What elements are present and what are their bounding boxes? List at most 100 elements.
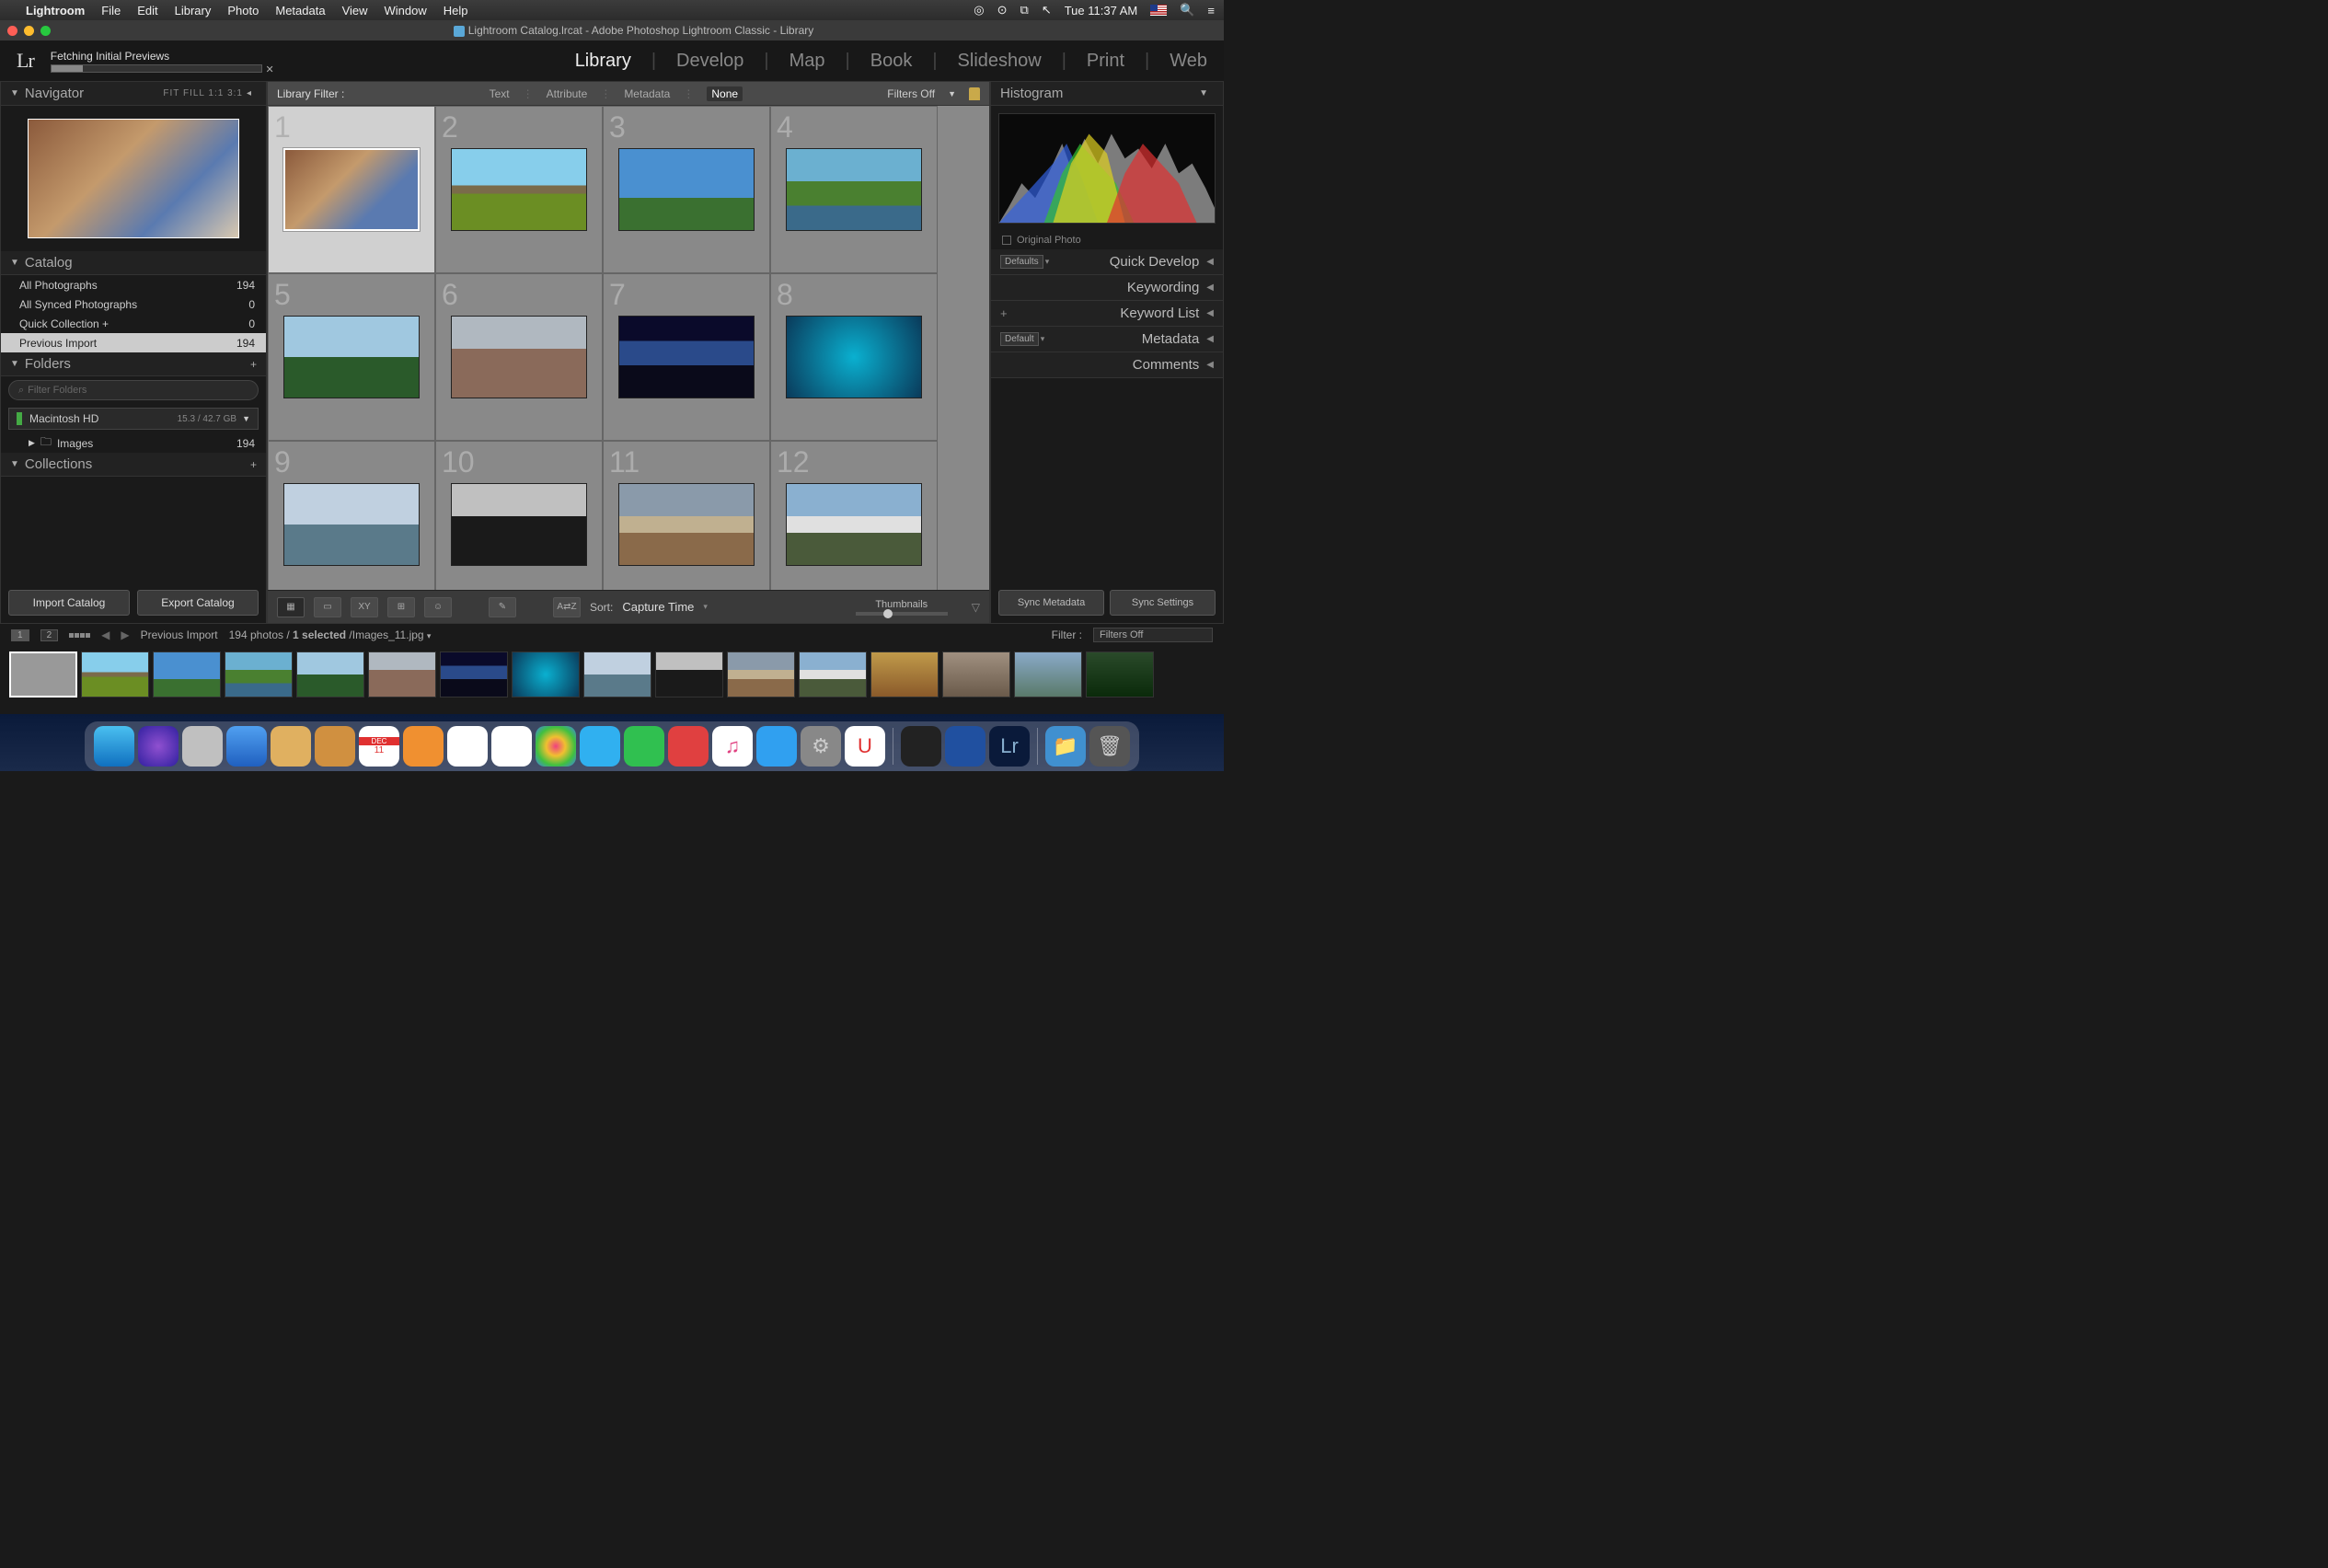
- menubar-app-name[interactable]: Lightroom: [26, 4, 85, 17]
- display-1-button[interactable]: 1: [11, 629, 29, 641]
- window-maximize-button[interactable]: [40, 26, 51, 36]
- filmstrip-thumb[interactable]: [799, 651, 867, 698]
- keyword-list-header[interactable]: +Keyword List◀: [991, 301, 1223, 327]
- filmstrip-thumb[interactable]: [870, 651, 939, 698]
- volume-row[interactable]: Macintosh HD 15.3 / 42.7 GB ▼: [8, 408, 259, 430]
- dock-lightroom-icon[interactable]: Lr: [989, 726, 1030, 767]
- dock-messages-icon[interactable]: [580, 726, 620, 767]
- grid-icon[interactable]: [69, 633, 90, 638]
- histogram-display[interactable]: [998, 113, 1216, 224]
- filter-metadata[interactable]: Metadata: [624, 87, 670, 100]
- catalog-header[interactable]: ▼ Catalog: [1, 251, 266, 275]
- dock-mail-icon[interactable]: [271, 726, 311, 767]
- filters-off-dropdown[interactable]: Filters Off: [887, 87, 935, 100]
- navigator-header[interactable]: ▼ Navigator FIT FILL 1:1 3:1 ◂: [1, 82, 266, 106]
- people-view-button[interactable]: ☺: [424, 597, 452, 617]
- module-slideshow[interactable]: Slideshow: [958, 51, 1042, 72]
- dock-siri-icon[interactable]: [138, 726, 179, 767]
- window-close-button[interactable]: [7, 26, 17, 36]
- filmstrip-thumb[interactable]: [225, 651, 293, 698]
- back-button[interactable]: ◀: [101, 628, 109, 641]
- loupe-view-button[interactable]: ▭: [314, 597, 341, 617]
- menu-view[interactable]: View: [342, 4, 368, 17]
- toolbar-chevron-icon[interactable]: ▽: [972, 601, 980, 614]
- default-dropdown[interactable]: Default: [1000, 332, 1039, 346]
- cancel-progress-button[interactable]: ✕: [266, 63, 274, 75]
- module-map[interactable]: Map: [789, 51, 825, 72]
- dock-news-icon[interactable]: [668, 726, 709, 767]
- breadcrumb[interactable]: Previous Import: [141, 628, 218, 641]
- menu-icon[interactable]: ≡: [1207, 4, 1215, 17]
- grid-cell[interactable]: 4: [770, 106, 938, 273]
- filmstrip-thumb[interactable]: [440, 651, 508, 698]
- folder-filter-input[interactable]: ⌕Filter Folders: [8, 380, 259, 400]
- filmstrip[interactable]: [0, 646, 1224, 714]
- catalog-row-quick[interactable]: Quick Collection +0: [1, 314, 266, 333]
- original-photo-checkbox[interactable]: Original Photo: [991, 231, 1223, 249]
- keywording-header[interactable]: Keywording◀: [991, 275, 1223, 301]
- dock-1password-icon[interactable]: [945, 726, 985, 767]
- spotlight-icon[interactable]: 🔍: [1180, 3, 1194, 17]
- filter-attribute[interactable]: Attribute: [547, 87, 588, 100]
- filmstrip-thumb[interactable]: [1014, 651, 1082, 698]
- cursor-icon[interactable]: ↖: [1042, 3, 1052, 17]
- filmstrip-thumb[interactable]: [9, 651, 77, 698]
- grid-cell[interactable]: 1: [268, 106, 435, 273]
- filmstrip-thumb[interactable]: [296, 651, 364, 698]
- dock-notes-icon[interactable]: [447, 726, 488, 767]
- dock-prefs-icon[interactable]: ⚙: [801, 726, 841, 767]
- window-minimize-button[interactable]: [24, 26, 34, 36]
- dock-trash-icon[interactable]: 🗑: [1089, 726, 1130, 767]
- dock-magnet-icon[interactable]: U: [845, 726, 885, 767]
- dock-downloads-icon[interactable]: 📁: [1045, 726, 1086, 767]
- grid-cell[interactable]: 8: [770, 273, 938, 441]
- grid-cell[interactable]: 12: [770, 441, 938, 590]
- dock-maps-icon[interactable]: [491, 726, 532, 767]
- sync-icon[interactable]: ⊙: [997, 3, 1008, 17]
- filmstrip-thumb[interactable]: [942, 651, 1010, 698]
- menubar-clock[interactable]: Tue 11:37 AM: [1065, 4, 1138, 17]
- filmstrip-thumb[interactable]: [153, 651, 221, 698]
- dock-itunes-icon[interactable]: ♫: [712, 726, 753, 767]
- filmstrip-filter-dropdown[interactable]: Filters Off: [1093, 628, 1213, 642]
- compare-view-button[interactable]: XY: [351, 597, 378, 617]
- module-web[interactable]: Web: [1170, 51, 1207, 72]
- menu-library[interactable]: Library: [175, 4, 212, 17]
- painter-button[interactable]: ✎: [489, 597, 516, 617]
- forward-button[interactable]: ▶: [121, 628, 129, 641]
- filmstrip-thumb[interactable]: [727, 651, 795, 698]
- dock-calendar-icon[interactable]: DEC11: [359, 726, 399, 767]
- sync-settings-button[interactable]: Sync Settings: [1110, 590, 1216, 616]
- grid-cell[interactable]: 11: [603, 441, 770, 590]
- grid-cell[interactable]: 7: [603, 273, 770, 441]
- grid-cell[interactable]: 6: [435, 273, 603, 441]
- export-catalog-button[interactable]: Export Catalog: [137, 590, 259, 616]
- grid-cell[interactable]: 3: [603, 106, 770, 273]
- flag-icon[interactable]: [1150, 5, 1167, 16]
- filmstrip-thumb[interactable]: [1086, 651, 1154, 698]
- import-catalog-button[interactable]: Import Catalog: [8, 590, 130, 616]
- grid-cell[interactable]: 9: [268, 441, 435, 590]
- folder-row-images[interactable]: ▶ 🗀 Images194: [1, 433, 266, 453]
- add-collection-icon[interactable]: +: [250, 458, 257, 471]
- defaults-dropdown[interactable]: Defaults: [1000, 255, 1043, 269]
- module-library[interactable]: Library: [575, 51, 631, 72]
- lock-icon[interactable]: [969, 87, 980, 100]
- dock-terminal-icon[interactable]: [901, 726, 941, 767]
- thumbnail-grid[interactable]: 1 2 3 4 5 6 7 8 9 10 11 12: [268, 106, 989, 590]
- navigator-preview[interactable]: [1, 106, 266, 251]
- filmstrip-thumb[interactable]: [583, 651, 651, 698]
- grid-cell[interactable]: 10: [435, 441, 603, 590]
- filter-none[interactable]: None: [707, 86, 743, 101]
- menu-metadata[interactable]: Metadata: [275, 4, 325, 17]
- quick-develop-header[interactable]: Defaults▾Quick Develop◀: [991, 249, 1223, 275]
- filter-text[interactable]: Text: [490, 87, 510, 100]
- menu-file[interactable]: File: [101, 4, 121, 17]
- dock-photos-icon[interactable]: [536, 726, 576, 767]
- collections-header[interactable]: ▼ Collections +: [1, 453, 266, 477]
- module-develop[interactable]: Develop: [676, 51, 743, 72]
- grid-cell[interactable]: 2: [435, 106, 603, 273]
- menu-help[interactable]: Help: [444, 4, 468, 17]
- folders-header[interactable]: ▼ Folders +: [1, 352, 266, 376]
- grid-cell[interactable]: 5: [268, 273, 435, 441]
